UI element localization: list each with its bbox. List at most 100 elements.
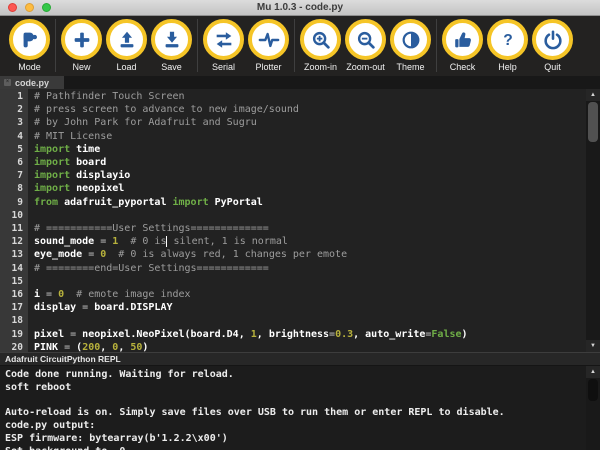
theme-button[interactable]: Theme (388, 19, 433, 72)
editor-scrollbar[interactable]: ▲ ▼ (586, 89, 600, 352)
line-number: 1 (0, 90, 23, 103)
scroll-up-icon[interactable]: ▲ (586, 89, 600, 101)
code-line[interactable]: # MIT License (34, 130, 600, 143)
toolbar-button-label: Plotter (255, 62, 281, 72)
editor-scrollbar-thumb[interactable] (588, 102, 598, 142)
tab-bar: × code.py (0, 76, 600, 89)
toolbar-group: New Load Save (55, 19, 197, 72)
repl-line: Code done running. Waiting for reload. (5, 369, 600, 382)
toolbar-button-label: Load (116, 62, 136, 72)
line-number: 12 (0, 235, 23, 248)
plotter-button[interactable]: Plotter (246, 19, 291, 72)
toolbar-button-label: New (72, 62, 90, 72)
tab-close-icon[interactable]: × (4, 79, 11, 86)
line-number: 3 (0, 116, 23, 129)
code-line[interactable]: import displayio (34, 169, 600, 182)
title-bar: Mu 1.0.3 - code.py (0, 0, 600, 16)
toolbar-button-label: Zoom-in (304, 62, 337, 72)
code-line[interactable]: PINK = (200, 0, 50) (34, 341, 600, 352)
code-line[interactable]: i = 0 # emote image index (34, 288, 600, 301)
code-line[interactable]: import time (34, 143, 600, 156)
code-line[interactable]: # ========end=User Settings============ (34, 262, 600, 275)
repl-line: Auto-reload is on. Simply save files ove… (5, 407, 600, 420)
code-line[interactable]: import neopixel (34, 182, 600, 195)
repl-line: code.py output: (5, 420, 600, 433)
line-number: 8 (0, 182, 23, 195)
code-editor[interactable]: 1234567891011121314151617181920 # Pathfi… (0, 89, 600, 352)
svg-text:?: ? (503, 32, 513, 49)
repl-scrollbar[interactable]: ▲ (586, 366, 600, 450)
code-line[interactable]: # ===========User Settings============= (34, 222, 600, 235)
code-line[interactable] (34, 275, 600, 288)
line-number-gutter: 1234567891011121314151617181920 (0, 89, 28, 352)
toolbar-group: Serial Plotter (197, 19, 294, 72)
serial-icon (203, 19, 244, 60)
code-line[interactable]: import board (34, 156, 600, 169)
line-number: 9 (0, 196, 23, 209)
plotter-icon (248, 19, 289, 60)
quit-icon (532, 19, 573, 60)
line-number: 14 (0, 262, 23, 275)
load-button[interactable]: Load (104, 19, 149, 72)
code-line[interactable]: # by John Park for Adafruit and Sugru (34, 116, 600, 129)
code-line[interactable]: from adafruit_pyportal import PyPortal (34, 196, 600, 209)
line-number: 17 (0, 301, 23, 314)
toolbar: ModeNewLoadSaveSerialPlotterZoom-inZoom-… (0, 16, 600, 76)
save-button[interactable]: Save (149, 19, 194, 72)
toolbar-button-label: Theme (396, 62, 424, 72)
repl-scrollbar-thumb[interactable] (588, 379, 598, 401)
code-line[interactable]: sound_mode = 1 # 0 is silent, 1 is norma… (34, 235, 600, 248)
line-number: 15 (0, 275, 23, 288)
toolbar-button-label: Quit (544, 62, 561, 72)
toolbar-button-label: Check (450, 62, 476, 72)
code-line[interactable] (34, 314, 600, 327)
repl-line (5, 395, 600, 408)
repl-line: soft reboot (5, 382, 600, 395)
quit-button[interactable]: Quit (530, 19, 575, 72)
zoom-out-button[interactable]: Zoom-out (343, 19, 388, 72)
help-button[interactable]: ? Help (485, 19, 530, 72)
line-number: 7 (0, 169, 23, 182)
toolbar-button-label: Save (161, 62, 182, 72)
toolbar-group: Check? Help Quit (436, 19, 578, 72)
code-content[interactable]: # Pathfinder Touch Screen# press screen … (28, 89, 600, 352)
check-button[interactable]: Check (440, 19, 485, 72)
mode-button[interactable]: Mode (7, 19, 52, 72)
repl-line: Set background to 0 (5, 446, 600, 450)
repl-line: ESP firmware: bytearray(b'1.2.2\x00') (5, 433, 600, 446)
repl-header: Adafruit CircuitPython REPL (0, 352, 600, 366)
code-line[interactable] (34, 209, 600, 222)
line-number: 6 (0, 156, 23, 169)
repl-title: Adafruit CircuitPython REPL (5, 354, 121, 364)
line-number: 10 (0, 209, 23, 222)
code-line[interactable]: eye_mode = 0 # 0 is always red, 1 change… (34, 248, 600, 261)
zoom-in-button[interactable]: Zoom-in (298, 19, 343, 72)
scroll-down-icon[interactable]: ▼ (586, 340, 600, 352)
line-number: 4 (0, 130, 23, 143)
code-line[interactable]: display = board.DISPLAY (34, 301, 600, 314)
scroll-up-icon[interactable]: ▲ (586, 366, 600, 378)
serial-button[interactable]: Serial (201, 19, 246, 72)
window-title: Mu 1.0.3 - code.py (0, 2, 600, 13)
code-line[interactable]: pixel = neopixel.NeoPixel(board.D4, 1, b… (34, 328, 600, 341)
mu-editor-window: Mu 1.0.3 - code.py Mode New Load Save Serial… (0, 0, 600, 450)
new-button[interactable]: New (59, 19, 104, 72)
save-icon (151, 19, 192, 60)
mode-icon (9, 19, 50, 60)
code-line[interactable]: # Pathfinder Touch Screen (34, 90, 600, 103)
tab-code-py[interactable]: × code.py (0, 76, 64, 89)
code-line[interactable]: # press screen to advance to new image/s… (34, 103, 600, 116)
line-number: 16 (0, 288, 23, 301)
line-number: 11 (0, 222, 23, 235)
toolbar-button-label: Mode (18, 62, 41, 72)
toolbar-group: Zoom-in Zoom-out Theme (294, 19, 436, 72)
toolbar-button-label: Help (498, 62, 517, 72)
toolbar-group: Mode (4, 19, 55, 72)
repl-output[interactable]: Code done running. Waiting for reload.so… (0, 366, 600, 450)
line-number: 20 (0, 341, 23, 352)
line-number: 5 (0, 143, 23, 156)
toolbar-button-label: Serial (212, 62, 235, 72)
tab-label: code.py (15, 78, 49, 88)
check-icon (442, 19, 483, 60)
line-number: 2 (0, 103, 23, 116)
